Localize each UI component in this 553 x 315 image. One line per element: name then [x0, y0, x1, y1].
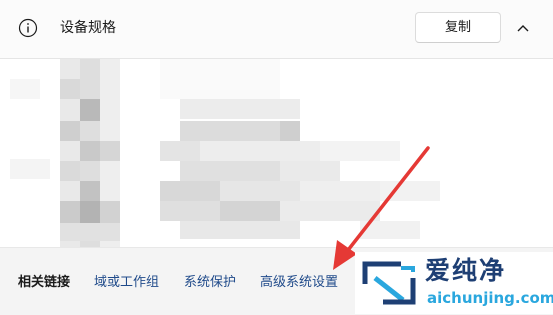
system-protection-link[interactable]: 系统保护 — [184, 274, 236, 292]
chevron-up-icon[interactable] — [514, 20, 532, 36]
section-title: 设备规格 — [60, 20, 116, 36]
device-specs-content — [0, 59, 553, 247]
device-specs-header[interactable]: 设备规格 复制 — [0, 0, 553, 59]
watermark-url: aichunjing.com — [427, 289, 553, 307]
pixelated-specs-region — [10, 59, 440, 247]
watermark-logo-icon — [362, 261, 416, 305]
watermark-brand: 爱纯净 — [425, 256, 507, 285]
watermark: 爱纯净 aichunjing.com — [355, 252, 553, 314]
copy-button[interactable]: 复制 — [415, 12, 501, 43]
device-specs-panel: 设备规格 复制 相关链接 域或工作组 系统保护 高级系统设置 爱纯净 aichu… — [0, 0, 553, 315]
info-icon — [18, 18, 38, 38]
domain-workgroup-link[interactable]: 域或工作组 — [94, 274, 159, 292]
related-links-label: 相关链接 — [18, 275, 71, 290]
advanced-system-settings-link[interactable]: 高级系统设置 — [260, 274, 338, 292]
